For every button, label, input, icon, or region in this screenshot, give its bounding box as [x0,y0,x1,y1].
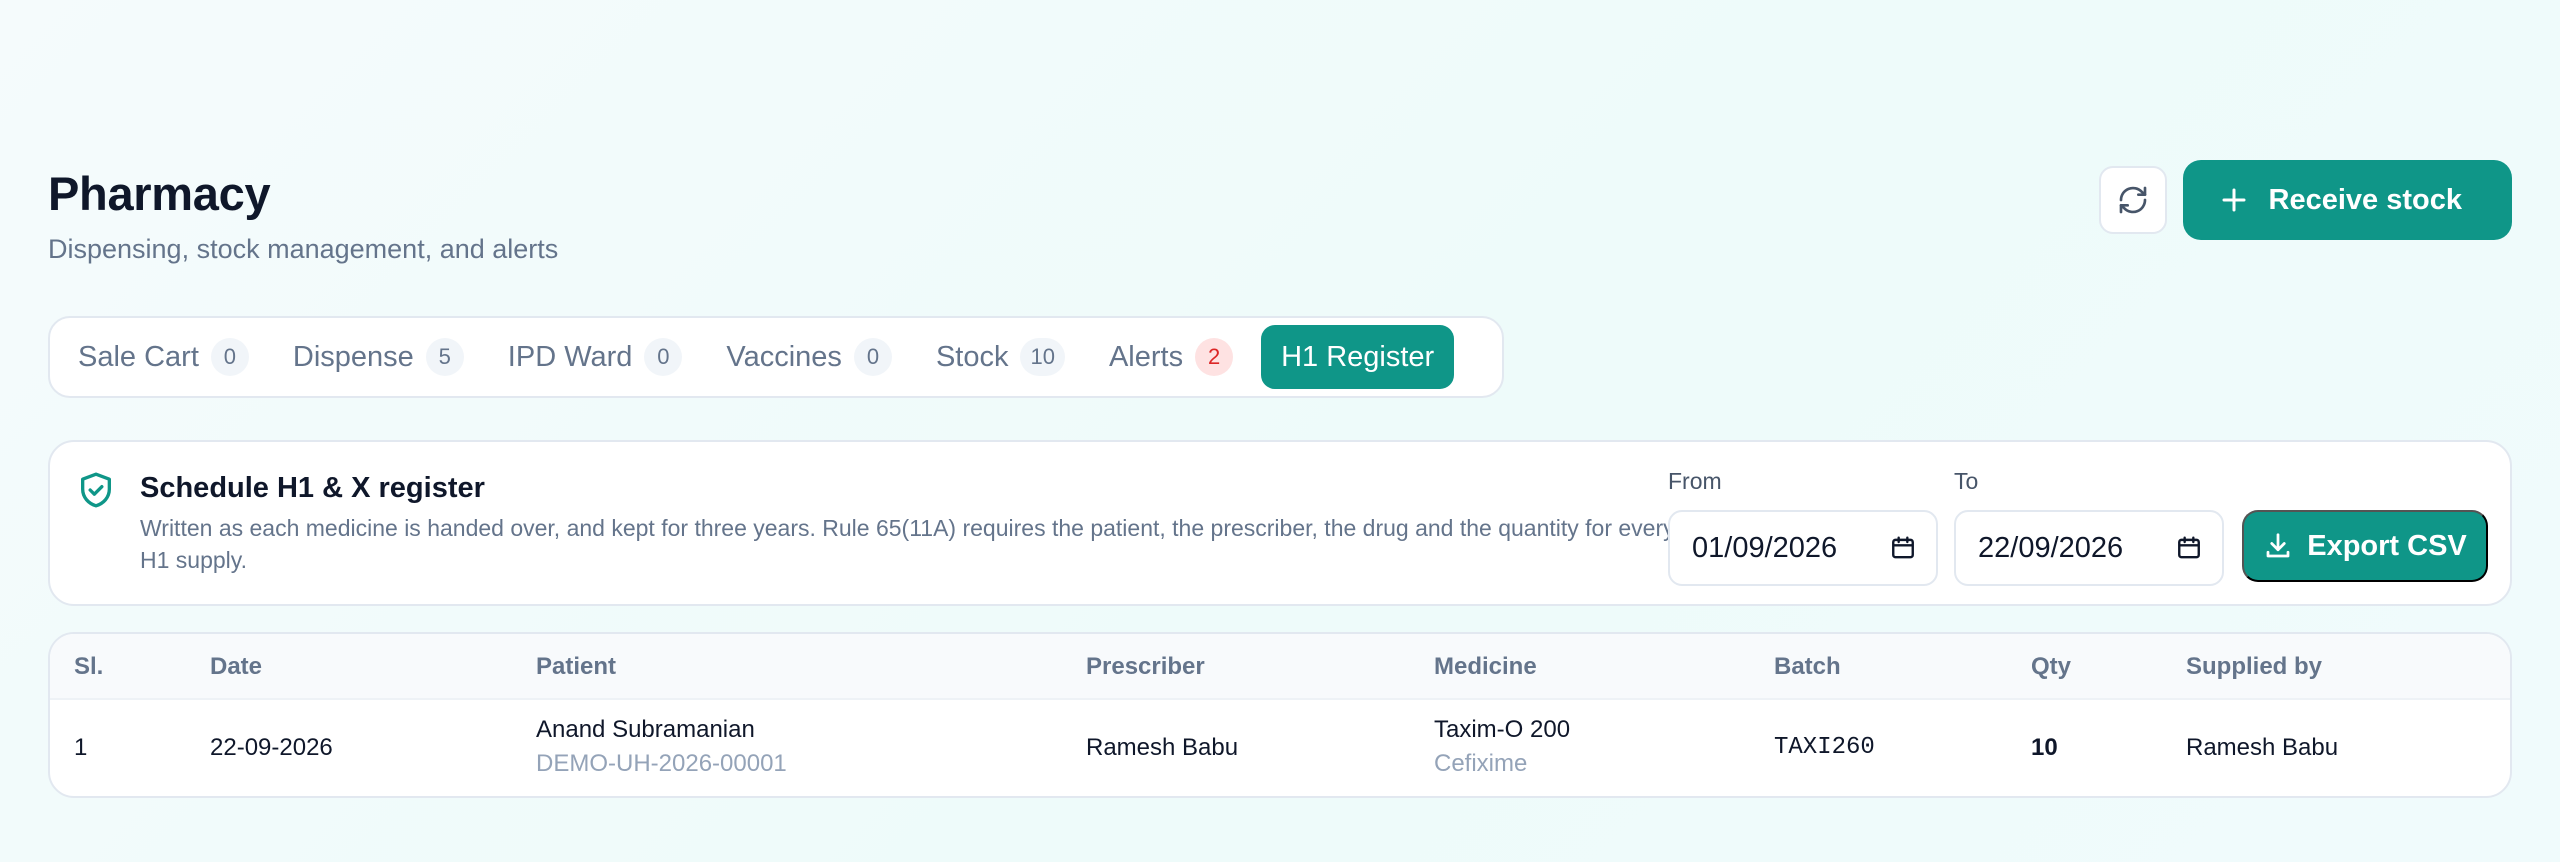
medicine-generic: Cefixime [1434,750,1528,777]
register-title: Schedule H1 & X register [140,472,485,504]
tab-label: Sale Cart [78,340,199,373]
tab-alert-badge: 2 [1195,338,1234,376]
cell-medicine: Taxim-O 200 Cefixime [1434,716,1570,778]
tab-stock[interactable]: Stock 10 [936,325,1065,389]
cell-batch: TAXI260 [1774,734,1875,761]
plus-icon [2222,188,2246,212]
page-title: Pharmacy [48,167,271,220]
from-date-input[interactable]: 01/09/2026 [1668,510,1938,586]
from-date-value: 01/09/2026 [1692,531,1838,564]
receive-stock-label: Receive stock [2268,183,2462,216]
tab-label: Vaccines [726,340,842,373]
receive-stock-button[interactable]: Receive stock [2182,160,2512,240]
tab-label: Alerts [1108,340,1184,373]
refresh-icon [2119,186,2146,214]
column-header-prescriber: Prescriber [1086,653,1205,680]
tab-count-badge: 10 [1020,338,1065,376]
calendar-icon [2178,536,2200,559]
page-subtitle: Dispensing, stock management, and alerts [48,234,559,264]
column-header-supplied-by: Supplied by [2186,653,2323,680]
tab-label: Dispense [292,340,414,373]
register-description: Written as each medicine is handed over,… [140,515,1675,573]
column-header-batch: Batch [1774,653,1841,680]
from-date-group: From 01/09/2026 [1668,468,1938,586]
cell-qty: 10 [2031,734,2058,761]
patient-id: DEMO-UH-2026-00001 [536,750,787,777]
from-date-label: From [1668,468,1722,494]
tab-ipd-ward[interactable]: IPD Ward 0 [508,325,683,389]
patient-name: Anand Subramanian [536,716,755,743]
tab-count-badge: 0 [210,338,249,376]
tab-label: Stock [935,340,1009,373]
to-date-value: 22/09/2026 [1978,531,2124,564]
cell-prescriber: Ramesh Babu [1086,734,1239,761]
tab-h1-register[interactable]: H1 Register [1261,325,1455,389]
tab-label: H1 Register [1281,340,1435,373]
table-row[interactable]: 1 22-09-2026 Anand Subramanian DEMO-UH-2… [50,700,2510,796]
h1-register-card: Schedule H1 & X register Written as each… [48,440,2512,606]
export-csv-button[interactable]: Export CSV [2242,510,2488,582]
to-date-label: To [1954,468,1979,494]
download-icon [2266,533,2290,558]
cell-sl: 1 [74,734,88,761]
cell-date: 22-09-2026 [210,734,333,761]
tab-count-badge: 0 [853,338,892,376]
cell-supplied-by: Ramesh Babu [2186,734,2339,761]
cell-patient: Anand Subramanian DEMO-UH-2026-00001 [536,716,787,778]
shield-check-icon [81,472,112,508]
refresh-button[interactable] [2098,166,2167,234]
to-date-group: To 22/09/2026 [1954,468,2224,586]
tab-count-badge: 0 [644,338,683,376]
column-header-qty: Qty [2031,653,2072,680]
tab-bar: Sale Cart 0 Dispense 5 IPD Ward 0 Vaccin… [48,316,1504,398]
medicine-name: Taxim-O 200 [1434,716,1571,743]
calendar-icon [1892,536,1914,559]
h1-register-table: Sl. Date Patient Prescriber Medicine Bat… [48,632,2512,798]
tab-alerts[interactable]: Alerts 2 [1108,325,1234,389]
tab-label: IPD Ward [507,340,633,373]
page-header: Pharmacy Dispensing, stock management, a… [48,160,2512,270]
tab-count-badge: 5 [425,338,464,376]
column-header-patient: Patient [536,653,617,680]
table-header: Sl. Date Patient Prescriber Medicine Bat… [50,634,2510,700]
header-actions: Receive stock [2098,160,2512,240]
column-header-medicine: Medicine [1434,653,1537,680]
column-header-sl: Sl. [74,653,104,680]
column-header-date: Date [210,653,263,680]
to-date-input[interactable]: 22/09/2026 [1954,510,2224,586]
tab-vaccines[interactable]: Vaccines 0 [726,325,892,389]
tab-sale-cart[interactable]: Sale Cart 0 [78,325,249,389]
export-csv-label: Export CSV [2307,529,2467,562]
tab-dispense[interactable]: Dispense 5 [293,325,464,389]
